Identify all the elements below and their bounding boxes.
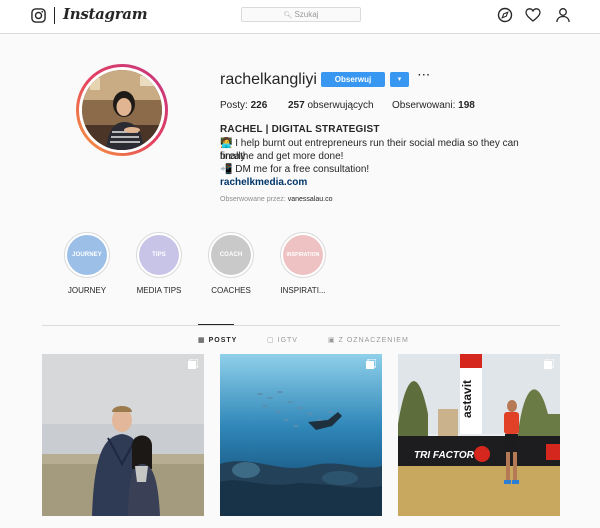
profile-username: rachelkangliyi [220, 71, 317, 88]
story-highlight-coach[interactable]: COACH COACHES [201, 232, 261, 295]
active-tab-indicator [198, 324, 234, 325]
tab-tagged[interactable]: ▣ Z OZNACZENIEM [328, 336, 409, 344]
highlight-label: JOURNEY [67, 286, 107, 295]
grid-icon: ▦ [198, 337, 206, 344]
highlight-cover: TIPS [139, 235, 179, 275]
logo-divider [54, 7, 55, 24]
post-image [220, 354, 382, 516]
avatar-border [79, 67, 165, 153]
instagram-camera-icon[interactable] [31, 8, 46, 23]
post-thumbnail[interactable] [220, 354, 382, 516]
multiple-photos-icon [366, 359, 376, 369]
highlight-label: INSPIRATI... [280, 286, 326, 295]
highlight-label: MEDIA TIPS [136, 286, 182, 295]
bio-full-name: RACHEL | DIGITAL STRATEGIST [220, 124, 380, 135]
sign-text: TRI FACTOR [414, 450, 475, 461]
highlight-cover-ring: TIPS [136, 232, 182, 278]
post-thumbnail[interactable]: astavit TRI FACTOR [398, 354, 560, 516]
banner-text: astavit [460, 380, 474, 418]
bio-website-link[interactable]: rachelkmedia.com [220, 177, 307, 188]
highlight-label: COACHES [211, 286, 251, 295]
post-thumbnail[interactable] [42, 354, 204, 516]
followed-by-text[interactable]: Obserwowane przez: vanessalau.co [220, 196, 332, 203]
story-highlight-journey[interactable]: JOURNEY JOURNEY [57, 232, 117, 295]
tab-posts[interactable]: ▦ POSTY [198, 336, 237, 344]
bio-line: 📲 DM me for a free consultation! [220, 164, 370, 175]
search-icon: 🔍︎ [283, 12, 293, 19]
highlight-cover: JOURNEY [67, 235, 107, 275]
explore-compass-icon[interactable] [497, 7, 513, 23]
multiple-photos-icon [544, 359, 554, 369]
profile-avatar-ring[interactable] [76, 64, 168, 156]
tabs-divider [42, 325, 560, 326]
story-highlight-tips[interactable]: TIPS MEDIA TIPS [129, 232, 189, 295]
bio-line: breathe and get more done! [220, 151, 344, 162]
instagram-wordmark[interactable]: Instagram [63, 5, 148, 23]
more-options-icon[interactable]: ··· [418, 70, 431, 81]
highlight-cover-ring: COACH [208, 232, 254, 278]
tab-igtv[interactable]: ▢ IGTV [267, 336, 298, 344]
igtv-icon: ▢ [267, 337, 275, 344]
highlight-cover-ring: JOURNEY [64, 232, 110, 278]
following-count[interactable]: Obserwowani: 198 [392, 100, 475, 111]
search-placeholder: Szukaj [294, 10, 319, 19]
highlight-cover: INSPIRATION [283, 235, 323, 275]
multiple-photos-icon [188, 359, 198, 369]
story-highlight-inspiration[interactable]: INSPIRATION INSPIRATI... [273, 232, 333, 295]
post-image [42, 354, 204, 516]
posts-count: Posty: 226 [220, 100, 268, 111]
search-input[interactable]: 🔍︎ Szukaj [241, 7, 361, 22]
highlight-cover: COACH [211, 235, 251, 275]
tagged-icon: ▣ [328, 337, 336, 344]
post-image: astavit TRI FACTOR [398, 354, 560, 516]
highlight-cover-ring: INSPIRATION [280, 232, 326, 278]
followers-count[interactable]: 257 obserwujących [288, 100, 374, 111]
follow-button[interactable]: Obserwuj [321, 72, 385, 87]
heart-activity-icon[interactable] [525, 7, 541, 23]
suggestions-dropdown-button[interactable]: ▾ [390, 72, 409, 87]
profile-user-icon[interactable] [555, 7, 571, 23]
top-nav-bar: Instagram 🔍︎ Szukaj [0, 0, 600, 34]
avatar [82, 70, 162, 150]
